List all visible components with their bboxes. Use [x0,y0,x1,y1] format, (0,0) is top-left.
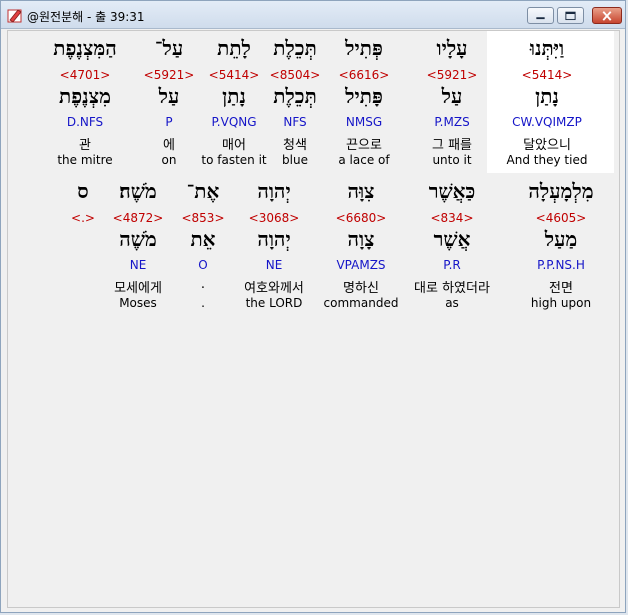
hebrew-word: ס [77,179,89,203]
window-title: @원전분해 - 출 39:31 [27,10,145,24]
korean-gloss: 달았으니 [523,138,571,153]
title-bar[interactable]: @원전분해 - 출 39:31 [1,1,625,29]
strong-number: <4701> [59,68,111,82]
english-gloss: the mitre [57,153,113,167]
strong-number: <.> [71,211,95,225]
morphology-code: P.P.NS.H [537,258,585,272]
maximize-icon [565,11,576,21]
pencil-app-icon [7,9,22,23]
hebrew-word: מִלְמָעְלָה [528,179,594,203]
minimize-icon [536,17,545,20]
maximize-button[interactable] [557,7,584,24]
word-column[interactable]: ס <.> [28,179,138,304]
korean-gloss: 전면 [549,281,573,296]
close-button[interactable] [592,7,622,24]
morphology-code: D.NFS [66,115,104,129]
strong-number: <5414> [521,68,573,82]
english-gloss: high upon [530,296,592,310]
word-column[interactable]: הַמִּצְנֶפֶת <4701> מִצְנֶפֶת D.NFS 관 the mit… [30,36,140,167]
minimize-button[interactable] [527,7,554,24]
word-column[interactable]: וַיִּתְּנוּ <5414> נָתַן CW.VQIMZP 달았으니 And t… [492,36,602,167]
english-gloss: And they tied [506,153,588,167]
hebrew-root: נָתַן [535,84,559,108]
strong-number: <4605> [535,211,587,225]
hebrew-root: מַעַל [544,227,578,251]
hebrew-root: מִצְנֶפֶת [59,84,111,108]
korean-gloss: 관 [79,138,91,153]
word-column[interactable]: מִלְמָעְלָה <4605> מַעַל P.P.NS.H 전면 high upo… [506,179,616,310]
hebrew-word: הַמִּצְנֶפֶת [53,36,117,60]
interlinear-panel: וַיִּתְּנוּ <5414> נָתַן CW.VQIMZP 달았으니 And t… [7,30,620,608]
app-window: @원전분해 - 출 39:31 וַיִּתְּנוּ <5414> נָתַן CW… [0,0,626,613]
hebrew-word: וַיִּתְּנוּ [529,36,565,60]
close-icon [602,11,612,21]
morphology-code: CW.VQIMZP [512,115,582,129]
